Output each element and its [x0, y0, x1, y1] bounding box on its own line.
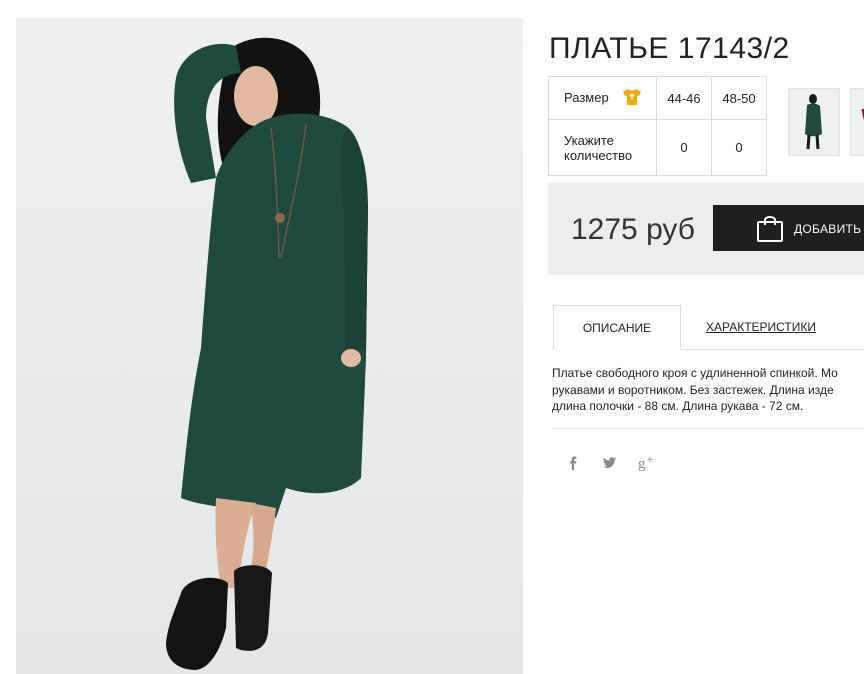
twitter-icon[interactable]	[599, 453, 619, 473]
size-label-cell: Размер	[548, 76, 657, 120]
svg-text:+: +	[647, 455, 653, 466]
product-photo[interactable]	[16, 18, 523, 674]
size-label: Размер	[564, 89, 609, 105]
tshirt-icon[interactable]	[622, 88, 642, 109]
quantity-input-48-50[interactable]: 0	[711, 119, 767, 176]
add-to-cart-button[interactable]: ДОБАВИТЬ	[713, 205, 864, 251]
description-line: рукавами и воротником. Без застежек. Дли…	[552, 382, 834, 397]
description-divider	[552, 428, 864, 429]
product-thumbnail-2[interactable]	[850, 88, 864, 156]
add-to-cart-label: ДОБАВИТЬ	[794, 222, 862, 236]
size-option-48-50: 48-50	[711, 76, 767, 120]
quantity-label-line1: Укажите	[564, 132, 614, 148]
shopping-bag-icon	[756, 213, 784, 248]
svg-text:g: g	[638, 456, 646, 472]
price: 1275 руб	[571, 213, 695, 246]
tab-characteristics[interactable]: ХАРАКТЕРИСТИКИ	[706, 320, 816, 334]
product-thumbnail[interactable]	[788, 88, 840, 156]
quantity-label-line2: количество	[564, 147, 633, 163]
quantity-label-cell: Укажите количество	[548, 119, 657, 176]
quantity-input-44-46[interactable]: 0	[656, 119, 712, 176]
size-quantity-table: Размер 44-46 48-50 Укажите количество 0 …	[548, 76, 767, 176]
description-line: Платье свободного кроя с удлиненной спин…	[552, 366, 838, 380]
product-description: Платье свободного кроя с удлиненной спин…	[552, 365, 864, 415]
product-title: ПЛАТЬЕ 17143/2	[549, 32, 790, 66]
google-plus-icon[interactable]: g +	[637, 453, 657, 473]
size-option-44-46: 44-46	[656, 76, 712, 120]
description-line: длина полочки - 88 см. Длина рукава - 72…	[552, 399, 804, 413]
tab-description[interactable]: ОПИСАНИЕ	[553, 305, 681, 350]
model-in-dress-image	[166, 37, 368, 670]
price-box: 1275 руб ДОБАВИТЬ	[548, 183, 864, 275]
facebook-icon[interactable]	[563, 453, 583, 473]
